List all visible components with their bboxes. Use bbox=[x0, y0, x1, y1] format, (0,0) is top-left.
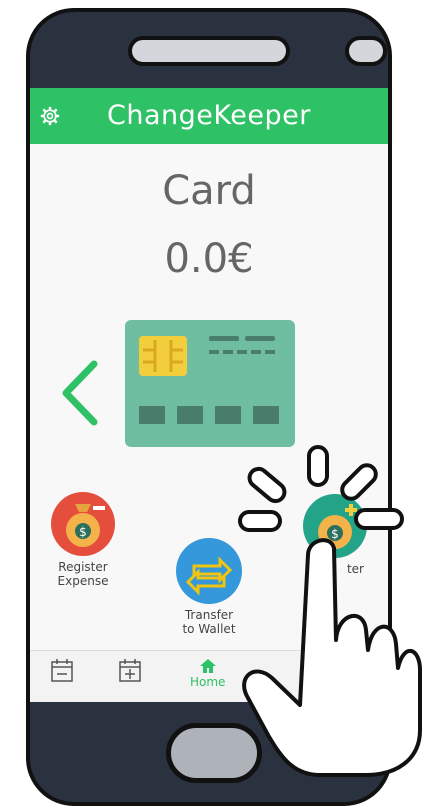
pointing-hand-icon bbox=[238, 445, 422, 777]
